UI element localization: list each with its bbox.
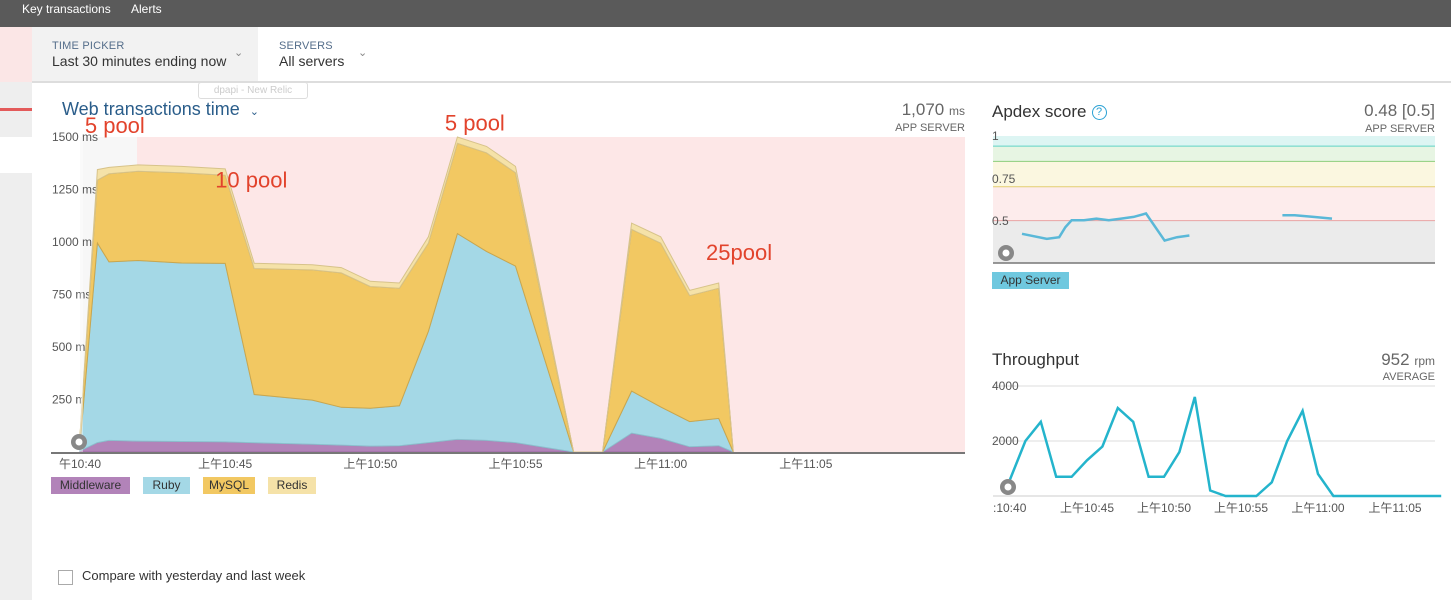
- x-tick-label: 上午10:45: [1060, 501, 1114, 515]
- x-tick-label: 上午10:55: [1214, 501, 1268, 515]
- x-tick-label: 上午11:05: [1368, 501, 1421, 515]
- zoom-handle-icon-center: [1004, 483, 1012, 491]
- x-tick-label: 上午11:00: [1291, 501, 1344, 515]
- y-tick-label: 2000: [992, 434, 1019, 448]
- throughput-chart: 2000 4000 :10:40 上午10:45 上午10:50 上午10:55 上午11:…: [992, 379, 1442, 515]
- x-tick-label: :10:40: [993, 501, 1027, 515]
- x-tick-label: 上午10:50: [1137, 501, 1191, 515]
- series-line-throughput: [1008, 396, 1442, 498]
- y-tick-label: 4000: [992, 379, 1019, 393]
